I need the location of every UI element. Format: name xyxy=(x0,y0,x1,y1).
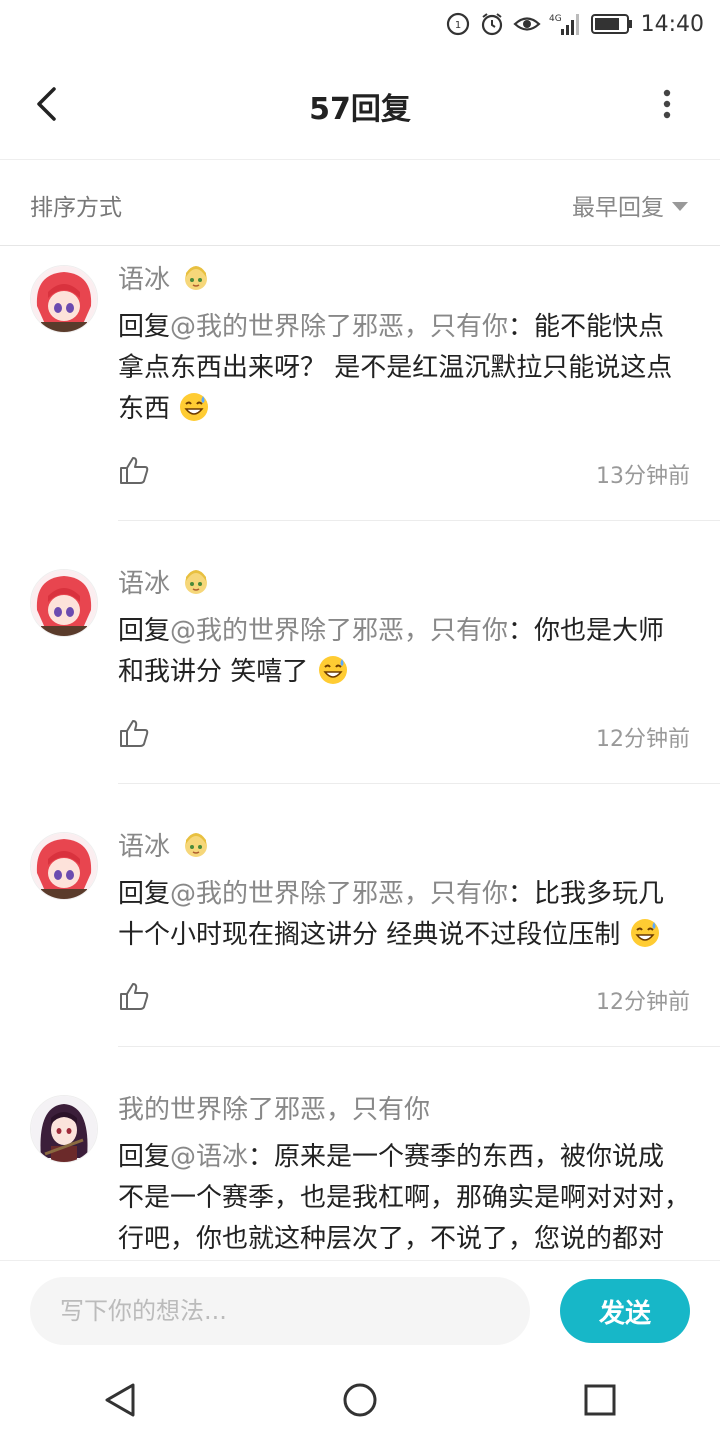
reply-item: 语冰 回复@我的世界除了邪恶，只有你：比我多玩几十个小时现在搁这讲分 经典说不过… xyxy=(0,784,720,1047)
reply-content: 回复@我的世界除了邪恶，只有你：比我多玩几十个小时现在搁这讲分 经典说不过段位压… xyxy=(118,874,720,956)
reply-item: 语冰 回复@我的世界除了邪恶，只有你：你也是大师和我讲分 笑嘻了 12分钟前 xyxy=(0,521,720,784)
red-hair-avatar-icon xyxy=(31,833,97,899)
reply-prefix: 回复 xyxy=(118,1142,171,1172)
reply-author: 语冰 xyxy=(118,257,720,297)
nav-recents-button[interactable] xyxy=(570,1370,630,1430)
avatar[interactable] xyxy=(30,569,98,637)
reply-prefix: 回复 xyxy=(118,616,171,646)
reply-prefix: 回复 xyxy=(118,312,171,342)
sort-bar: 排序方式 最早回复 xyxy=(0,160,720,246)
sort-value: 最早回复 xyxy=(572,195,664,221)
reply-composer: 发送 xyxy=(0,1260,720,1360)
thumbs-up-icon xyxy=(120,457,149,484)
reply-meta: 12分钟前 xyxy=(118,693,720,784)
mention-link[interactable]: @语冰 xyxy=(170,1142,248,1172)
mention-link[interactable]: @我的世界除了邪恶，只有你 xyxy=(170,616,508,646)
top-app-bar: 57回复 xyxy=(0,48,720,160)
reply-content: 回复@语冰：原来是一个赛季的东西，被你说成不是一个赛季，也是我杠啊，那确实是啊对… xyxy=(118,1137,720,1260)
grinning-sweat-emoji-icon xyxy=(317,654,349,686)
avatar[interactable] xyxy=(30,1095,98,1163)
reply-separator: ： xyxy=(508,616,535,646)
reply-list[interactable]: 语冰 回复@我的世界除了邪恶，只有你：能不能快点拿点东西出来呀？ 是不是红温沉默… xyxy=(0,247,720,1260)
author-name[interactable]: 语冰 xyxy=(118,563,170,600)
nav-home-button[interactable] xyxy=(330,1370,390,1430)
send-button[interactable]: 发送 xyxy=(560,1279,690,1343)
reply-prefix: 回复 xyxy=(118,879,171,909)
reply-meta: 13分钟前 xyxy=(118,430,720,521)
user-level-badge-icon xyxy=(180,828,212,860)
svg-text:1: 1 xyxy=(454,20,460,31)
reply-time: 12分钟前 xyxy=(596,990,690,1015)
author-name[interactable]: 语冰 xyxy=(118,259,170,296)
more-options-button[interactable] xyxy=(652,82,682,126)
square-recents-icon xyxy=(584,1384,616,1416)
sort-label: 排序方式 xyxy=(30,195,122,221)
user-level-badge-icon xyxy=(180,261,212,293)
author-name[interactable]: 语冰 xyxy=(118,826,170,863)
eye-icon xyxy=(512,9,541,39)
more-vertical-icon xyxy=(663,89,671,119)
mention-link[interactable]: @我的世界除了邪恶，只有你 xyxy=(170,312,508,342)
reply-item: 我的世界除了邪恶，只有你 回复@语冰：原来是一个赛季的东西，被你说成不是一个赛季… xyxy=(0,1047,720,1260)
reply-time: 12分钟前 xyxy=(596,727,690,752)
reply-separator: ： xyxy=(248,1142,275,1172)
sort-dropdown[interactable]: 最早回复 xyxy=(572,188,688,222)
comment-input[interactable] xyxy=(30,1277,530,1345)
alarm-icon xyxy=(479,9,505,39)
reply-author: 语冰 xyxy=(118,824,720,864)
reply-author: 语冰 xyxy=(118,561,720,601)
reply-separator: ： xyxy=(508,879,535,909)
system-navigation-bar xyxy=(0,1360,720,1440)
nav-back-button[interactable] xyxy=(90,1370,150,1430)
caret-down-icon xyxy=(672,201,688,211)
avatar[interactable] xyxy=(30,265,98,333)
user-level-badge-icon xyxy=(180,565,212,597)
grinning-sweat-emoji-icon xyxy=(178,391,210,423)
like-button[interactable] xyxy=(118,717,150,749)
reply-content: 回复@我的世界除了邪恶，只有你：你也是大师和我讲分 笑嘻了 xyxy=(118,611,720,693)
red-hair-avatar-icon xyxy=(31,266,97,332)
dark-hair-avatar-icon xyxy=(31,1096,97,1162)
signal-icon: 4G xyxy=(549,9,583,39)
mention-link[interactable]: @我的世界除了邪恶，只有你 xyxy=(170,879,508,909)
author-name[interactable]: 我的世界除了邪恶，只有你 xyxy=(118,1089,430,1126)
reply-meta: 12分钟前 xyxy=(118,956,720,1047)
page-title: 57回复 xyxy=(309,92,411,127)
status-time: 14:40 xyxy=(640,11,704,37)
thumbs-up-icon xyxy=(120,720,149,747)
circle-home-icon xyxy=(343,1383,377,1417)
thumbs-up-icon xyxy=(120,983,149,1010)
reply-author: 我的世界除了邪恶，只有你 xyxy=(118,1087,720,1127)
status-bar: 1 4G 14:40 xyxy=(0,0,720,48)
like-button[interactable] xyxy=(118,980,150,1012)
grinning-sweat-emoji-icon xyxy=(629,917,661,949)
like-button[interactable] xyxy=(118,454,150,486)
hd-call-icon: 1 xyxy=(445,9,471,39)
avatar[interactable] xyxy=(30,832,98,900)
red-hair-avatar-icon xyxy=(31,570,97,636)
reply-separator: ： xyxy=(508,312,535,342)
reply-content: 回复@我的世界除了邪恶，只有你：能不能快点拿点东西出来呀？ 是不是红温沉默拉只能… xyxy=(118,307,720,430)
triangle-back-icon xyxy=(105,1383,135,1417)
battery-icon xyxy=(590,9,633,39)
reply-time: 13分钟前 xyxy=(596,464,690,489)
reply-item: 语冰 回复@我的世界除了邪恶，只有你：能不能快点拿点东西出来呀？ 是不是红温沉默… xyxy=(0,247,720,521)
network-type-label: 4G xyxy=(549,14,562,24)
